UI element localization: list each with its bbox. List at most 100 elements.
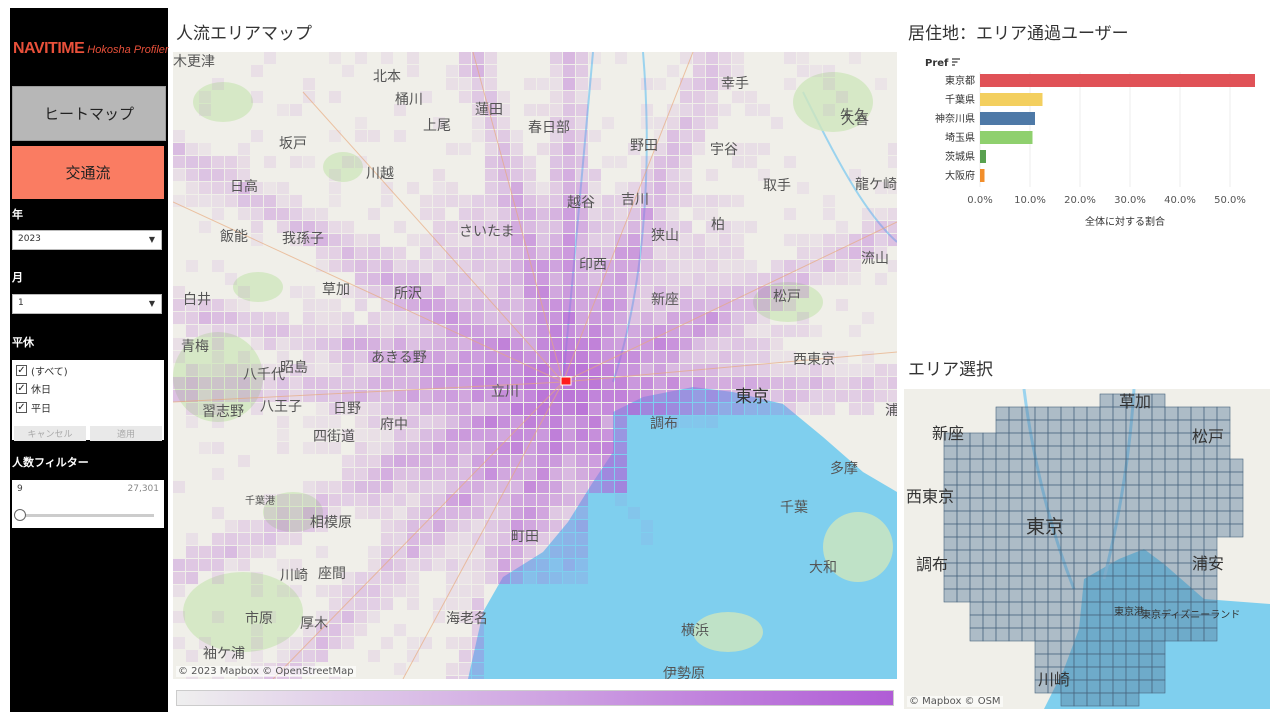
area-cell[interactable] [1047, 562, 1062, 577]
area-cell[interactable] [1099, 510, 1114, 525]
area-cell[interactable] [1073, 471, 1088, 486]
area-cell[interactable] [1138, 484, 1153, 499]
area-cell[interactable] [1216, 484, 1231, 499]
area-cell[interactable] [1112, 458, 1127, 473]
area-cell[interactable] [1138, 666, 1153, 681]
area-cell[interactable] [1125, 575, 1140, 590]
area-cell[interactable] [1151, 575, 1166, 590]
area-cell[interactable] [969, 484, 984, 499]
area-cell[interactable] [956, 445, 971, 460]
checkbox-checked-icon[interactable]: ✓ [16, 402, 27, 413]
pref-header[interactable]: Pref [925, 58, 949, 69]
area-cell[interactable] [1203, 627, 1218, 642]
area-cell[interactable] [1034, 640, 1049, 655]
area-cell[interactable] [1125, 549, 1140, 564]
area-cell[interactable] [995, 575, 1010, 590]
area-cell[interactable] [1099, 692, 1114, 707]
area-cell[interactable] [1164, 419, 1179, 434]
area-cell[interactable] [1047, 640, 1062, 655]
area-cell[interactable] [1177, 432, 1192, 447]
area-cell[interactable] [1099, 458, 1114, 473]
area-cell[interactable] [1008, 484, 1023, 499]
area-cell[interactable] [995, 588, 1010, 603]
area-cell[interactable] [1151, 640, 1166, 655]
area-cell[interactable] [995, 406, 1010, 421]
bar[interactable] [980, 131, 1033, 144]
area-cell[interactable] [982, 523, 997, 538]
area-cell[interactable] [1164, 458, 1179, 473]
area-cell[interactable] [1138, 445, 1153, 460]
area-cell[interactable] [1047, 627, 1062, 642]
area-cell[interactable] [1034, 432, 1049, 447]
area-cell[interactable] [1203, 510, 1218, 525]
area-cell[interactable] [1112, 679, 1127, 694]
area-cell[interactable] [1021, 471, 1036, 486]
area-cell[interactable] [1060, 419, 1075, 434]
area-cell[interactable] [969, 536, 984, 551]
area-cell[interactable] [1034, 562, 1049, 577]
area-cell[interactable] [1086, 445, 1101, 460]
area-cell[interactable] [1112, 653, 1127, 668]
area-cell[interactable] [995, 471, 1010, 486]
area-cell[interactable] [1086, 510, 1101, 525]
area-cell[interactable] [956, 484, 971, 499]
area-cell[interactable] [1047, 497, 1062, 512]
area-cell[interactable] [1164, 406, 1179, 421]
area-cell[interactable] [956, 562, 971, 577]
area-cell[interactable] [1125, 679, 1140, 694]
area-cell[interactable] [982, 510, 997, 525]
area-cell[interactable] [1021, 445, 1036, 460]
area-cell[interactable] [1151, 510, 1166, 525]
area-cell[interactable] [1151, 653, 1166, 668]
area-cell[interactable] [1060, 588, 1075, 603]
area-cell[interactable] [1021, 497, 1036, 512]
area-cell[interactable] [943, 445, 958, 460]
heatmap-canvas[interactable]: 北本桶川蓮田幸手久喜上尾 春日部坂戸 野田 宇谷牛久川越日高越谷 吉川取手 龍ケ崎飯能 さい… [173, 52, 897, 679]
area-cell[interactable] [1060, 627, 1075, 642]
checkbox-checked-icon[interactable]: ✓ [16, 365, 27, 376]
area-cell[interactable] [1112, 588, 1127, 603]
area-cell[interactable] [1021, 536, 1036, 551]
area-cell[interactable] [1229, 484, 1244, 499]
area-cell[interactable] [1151, 536, 1166, 551]
area-cell[interactable] [1190, 575, 1205, 590]
area-cell[interactable] [1073, 523, 1088, 538]
area-cell[interactable] [1021, 484, 1036, 499]
area-cell[interactable] [1151, 523, 1166, 538]
area-cell[interactable] [1151, 562, 1166, 577]
area-cell[interactable] [1138, 523, 1153, 538]
area-cell[interactable] [1216, 497, 1231, 512]
area-cell[interactable] [1164, 510, 1179, 525]
area-cell[interactable] [1112, 666, 1127, 681]
area-cell[interactable] [1138, 549, 1153, 564]
area-cell[interactable] [1034, 588, 1049, 603]
area-cell[interactable] [1047, 432, 1062, 447]
area-cell[interactable] [943, 575, 958, 590]
area-cell[interactable] [1203, 536, 1218, 551]
area-cell[interactable] [1060, 484, 1075, 499]
area-cell[interactable] [1034, 627, 1049, 642]
selected-area-marker[interactable] [560, 376, 572, 386]
traffic-flow-button[interactable]: 交通流 [12, 146, 164, 199]
area-select-map[interactable]: 草加 新座 松戸 西東京 東京 調布 浦安 東京ディズニーランド 東京港 川崎 © Mapbox … [904, 389, 1270, 709]
area-cell[interactable] [1021, 614, 1036, 629]
area-cell[interactable] [1203, 497, 1218, 512]
area-cell[interactable] [1099, 653, 1114, 668]
area-cell[interactable] [1021, 432, 1036, 447]
area-cell[interactable] [969, 445, 984, 460]
area-cell[interactable] [1099, 523, 1114, 538]
area-cell[interactable] [1099, 432, 1114, 447]
area-cell[interactable] [1229, 523, 1244, 538]
area-cell[interactable] [1164, 523, 1179, 538]
area-cell[interactable] [1177, 497, 1192, 512]
apply-button[interactable]: 適用 [90, 426, 162, 441]
area-cell[interactable] [1034, 536, 1049, 551]
area-cell[interactable] [1034, 406, 1049, 421]
area-cell[interactable] [1099, 393, 1114, 408]
area-cell[interactable] [1008, 419, 1023, 434]
area-cell[interactable] [995, 458, 1010, 473]
area-cell[interactable] [1047, 536, 1062, 551]
month-select[interactable]: 1 ▼ [12, 294, 162, 314]
bar[interactable] [980, 169, 985, 182]
area-cell[interactable] [1021, 575, 1036, 590]
